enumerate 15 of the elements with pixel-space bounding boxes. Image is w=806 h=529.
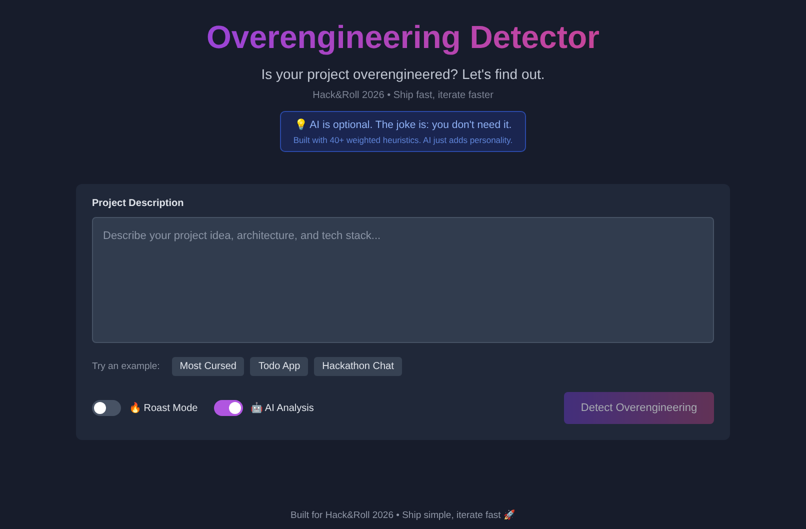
notice-detail: Built with 40+ weighted heuristics. AI just adds personality.	[293, 135, 513, 145]
description-field[interactable]: Describe your project idea, architecture, and tech stack...	[92, 217, 714, 343]
toggle-label: 🔥 Roast Mode	[129, 402, 198, 414]
subtitle: Is your project overengineered? Let's find out.	[261, 66, 545, 82]
tagline: Hack&Roll 2026 • Ship fast, iterate faster	[312, 90, 494, 101]
example-button[interactable]: Most Cursed	[172, 357, 244, 376]
field-label: Project Description	[92, 198, 185, 209]
example-button[interactable]: Todo App	[250, 357, 308, 376]
toggle-switch[interactable]	[92, 400, 121, 416]
toggle-switch[interactable]	[214, 400, 243, 416]
toggle-label: 🤖 AI Analysis	[250, 402, 314, 414]
examples-label: Try an example:	[92, 361, 160, 372]
notice-headline: 💡 AI is optional. The joke is: you don't need it.	[293, 118, 513, 131]
footer-text: Built for Hack&Roll 2026 • Ship simple, iterate fast 🚀	[290, 509, 516, 521]
example-button[interactable]: Hackathon Chat	[314, 357, 402, 376]
